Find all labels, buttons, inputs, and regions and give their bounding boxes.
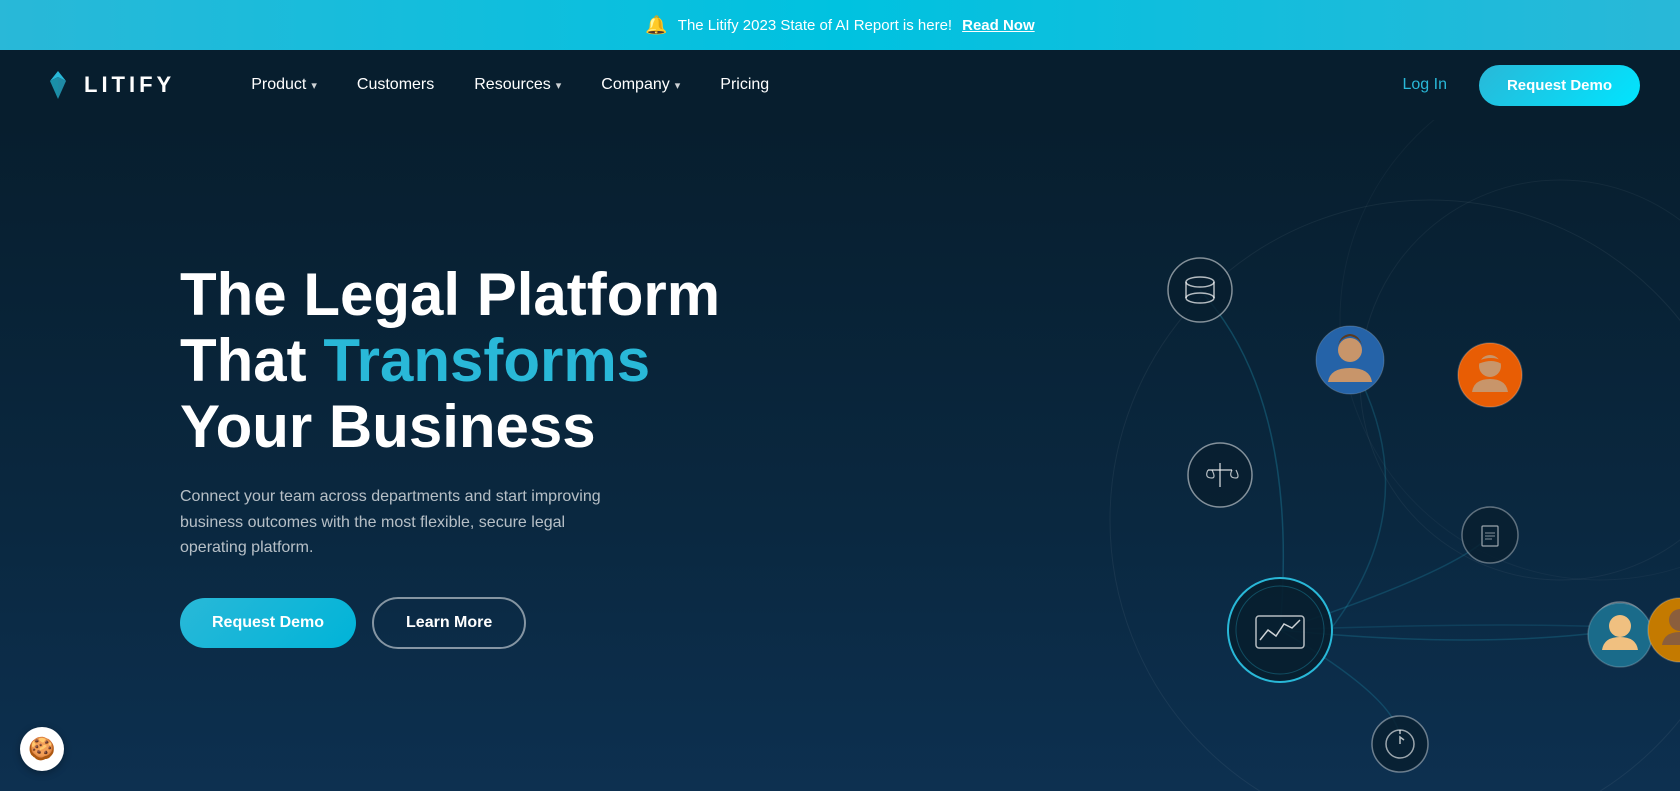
- nav-resources[interactable]: Resources ▾: [458, 68, 577, 102]
- hero-buttons: Request Demo Learn More: [180, 597, 720, 649]
- nav-pricing[interactable]: Pricing: [704, 68, 785, 102]
- banner-text: The Litify 2023 State of AI Report is he…: [678, 17, 952, 34]
- nav-customers[interactable]: Customers: [341, 68, 450, 102]
- hero-subtitle: Connect your team across departments and…: [180, 484, 620, 561]
- main-nav: LITIFY Product ▾ Customers Resources ▾ C…: [0, 50, 1680, 120]
- logo-icon: [40, 67, 76, 103]
- bell-icon: 🔔: [645, 15, 667, 36]
- cookie-consent-button[interactable]: 🍪: [20, 727, 64, 771]
- nav-product[interactable]: Product ▾: [235, 68, 333, 102]
- hero-title: The Legal Platform That Transforms Your …: [180, 262, 720, 460]
- hero-section: The Legal Platform That Transforms Your …: [0, 120, 1680, 791]
- nav-links: Product ▾ Customers Resources ▾ Company …: [235, 68, 1390, 102]
- hero-content: The Legal Platform That Transforms Your …: [180, 262, 720, 649]
- nav-company[interactable]: Company ▾: [585, 68, 696, 102]
- learn-more-button[interactable]: Learn More: [372, 597, 526, 649]
- request-demo-nav-button[interactable]: Request Demo: [1479, 65, 1640, 106]
- logo-wordmark: LITIFY: [84, 72, 175, 98]
- request-demo-hero-button[interactable]: Request Demo: [180, 598, 356, 648]
- chevron-down-icon: ▾: [556, 79, 562, 92]
- login-button[interactable]: Log In: [1390, 68, 1458, 102]
- nav-right: Log In Request Demo: [1390, 65, 1640, 106]
- cookie-icon: 🍪: [28, 736, 55, 762]
- read-now-link[interactable]: Read Now: [962, 17, 1035, 34]
- chevron-down-icon: ▾: [675, 79, 681, 92]
- network-visualization: [780, 120, 1680, 791]
- chevron-down-icon: ▾: [311, 79, 317, 92]
- logo[interactable]: LITIFY: [40, 67, 175, 103]
- announcement-banner: 🔔 The Litify 2023 State of AI Report is …: [0, 0, 1680, 50]
